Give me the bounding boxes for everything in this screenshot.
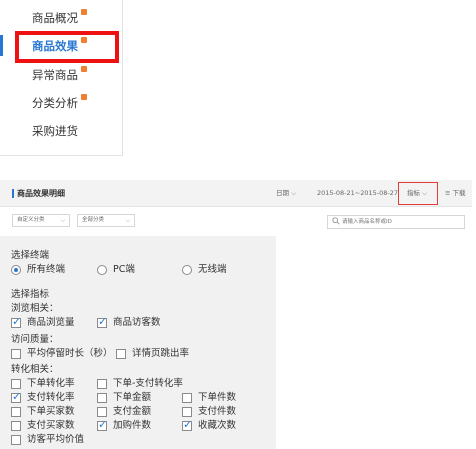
search-icon	[332, 217, 340, 225]
hot-badge-icon	[81, 66, 87, 72]
checkbox-order-buyers[interactable]	[11, 407, 21, 417]
group-heading-quality: 访问质量：	[11, 334, 59, 345]
table-area	[276, 236, 472, 449]
product-search[interactable]	[327, 215, 465, 229]
chevron-down-icon: ⌵	[291, 189, 297, 197]
checkbox-avg-stay[interactable]	[11, 349, 21, 359]
terminal-heading: 选择终端	[11, 250, 50, 261]
metric-selector-panel: 选择终端 所有终端 PC端 无线端 选择指标 浏览相关： 商品浏览量 商品访客数…	[0, 236, 276, 449]
checkbox-bounce-rate[interactable]	[116, 349, 126, 359]
checkbox-order-items[interactable]	[182, 393, 192, 403]
checkbox-pay-amount[interactable]	[97, 407, 107, 417]
sidebar-item-product-overview[interactable]: 商品概况	[0, 4, 122, 32]
hot-badge-icon	[81, 94, 87, 100]
all-category-select[interactable]: 全部分类 ⌵	[77, 214, 135, 227]
sidebar-item-label: 分类分析	[32, 96, 78, 110]
checkbox-label: 平均停留时长（秒）	[27, 348, 113, 359]
select-value: 自定义分类	[17, 217, 45, 223]
checkbox-order-rate[interactable]	[11, 379, 21, 389]
checkbox-label: 下单转化率	[27, 378, 75, 389]
report-title: 商品效果明细	[12, 180, 65, 207]
checkbox-pay-items[interactable]	[182, 407, 192, 417]
custom-category-select[interactable]: 自定义分类 ⌵	[12, 214, 70, 227]
checkbox-label: 商品访客数	[113, 317, 161, 328]
chevron-down-icon: ⌵	[60, 217, 65, 224]
sidebar-item-label: 异常商品	[32, 68, 78, 82]
radio-pc[interactable]	[97, 265, 107, 275]
highlight-annotation	[398, 182, 438, 205]
highlight-annotation	[15, 31, 119, 63]
checkbox-label: 支付金额	[113, 406, 152, 417]
download-button[interactable]: ≡ 下载	[445, 180, 466, 207]
checkbox-pay-buyers[interactable]	[11, 421, 21, 431]
download-icon: ≡	[445, 189, 451, 197]
date-picker-label[interactable]: 日期 ⌵	[276, 180, 296, 207]
chevron-down-icon: ⌵	[125, 217, 130, 224]
hot-badge-icon	[81, 9, 87, 15]
checkbox-product-pageviews[interactable]	[11, 315, 21, 328]
group-heading-conversion: 转化相关：	[11, 364, 59, 375]
checkbox-label: 支付转化率	[27, 392, 75, 403]
radio-label: 所有终端	[27, 264, 66, 275]
checkbox-label: 访客平均价值	[27, 434, 85, 445]
checkbox-label: 商品浏览量	[27, 317, 75, 328]
checkbox-label: 加购件数	[113, 420, 152, 431]
group-heading-browse: 浏览相关：	[11, 303, 59, 314]
checkbox-label: 支付买家数	[27, 420, 75, 431]
checkbox-label: 详情页跳出率	[132, 348, 190, 359]
checkbox-label: 支付件数	[198, 406, 237, 417]
sidebar-item-abnormal-products[interactable]: 异常商品	[0, 61, 122, 89]
sidebar-nav: 商品概况 商品效果 异常商品 分类分析 采购进货	[0, 0, 123, 156]
radio-label: 无线端	[198, 264, 227, 275]
sidebar-item-label: 商品概况	[32, 11, 78, 25]
checkbox-order-amount[interactable]	[97, 393, 107, 403]
radio-label: PC端	[113, 264, 135, 275]
checkbox-visitor-value[interactable]	[11, 435, 21, 445]
checkbox-label: 下单金额	[113, 392, 152, 403]
checkbox-label: 下单件数	[198, 392, 237, 403]
checkbox-favorites[interactable]	[182, 418, 192, 431]
sidebar-item-purchasing[interactable]: 采购进货	[0, 117, 122, 145]
sidebar-item-label: 采购进货	[32, 124, 78, 138]
checkbox-label: 下单-支付转化率	[113, 378, 183, 389]
checkbox-label: 下单买家数	[27, 406, 75, 417]
search-input[interactable]	[342, 217, 460, 227]
checkbox-cart-items[interactable]	[97, 418, 107, 431]
checkbox-pay-rate[interactable]	[11, 390, 21, 403]
date-range-value[interactable]: 2015-08-21~2015-08-27	[317, 180, 398, 207]
radio-all-terminals[interactable]	[11, 265, 21, 275]
radio-wireless[interactable]	[182, 265, 192, 275]
select-value: 全部分类	[82, 217, 105, 223]
checkbox-label: 收藏次数	[198, 420, 237, 431]
checkbox-order-pay-rate[interactable]	[97, 379, 107, 389]
checkbox-product-visitors[interactable]	[97, 315, 107, 328]
metric-heading: 选择指标	[11, 289, 50, 300]
sidebar-item-category-analysis[interactable]: 分类分析	[0, 89, 122, 117]
